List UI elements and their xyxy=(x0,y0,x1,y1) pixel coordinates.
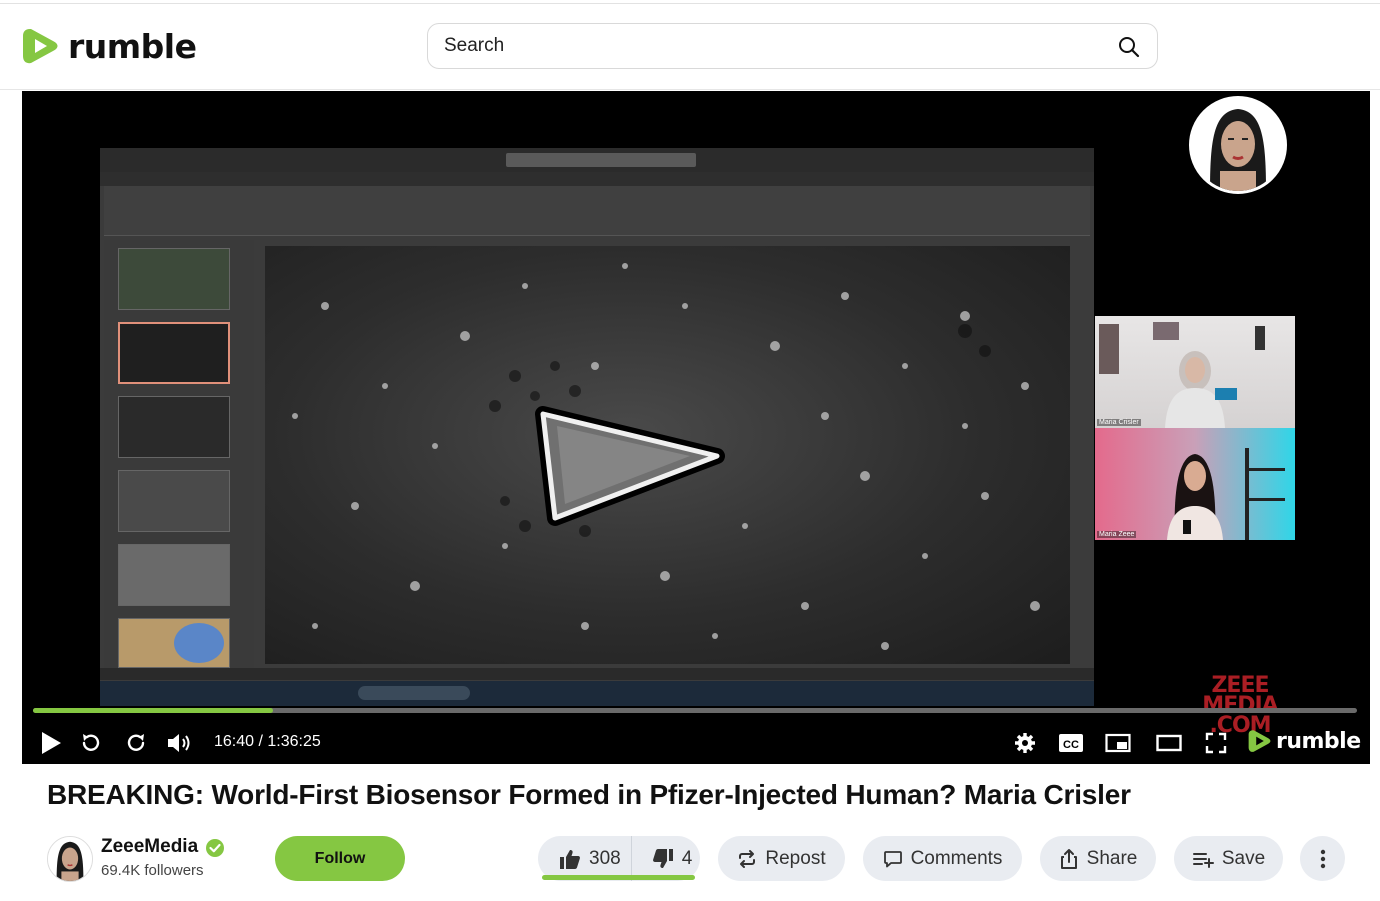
settings-button[interactable] xyxy=(1013,729,1037,757)
top-bar: rumble xyxy=(0,0,1380,90)
slide-thumb-selected xyxy=(118,322,230,384)
host-name-label: Maria Zeee xyxy=(1097,531,1137,538)
follower-count: 69.4K followers xyxy=(101,862,204,879)
video-player[interactable]: Maria Crisler Maria Zeee ZEEE MEDIA .COM… xyxy=(22,91,1370,764)
time-display: 16:40 / 1:36:25 xyxy=(214,733,321,750)
host-avatar xyxy=(1189,96,1287,194)
ppt-statusbar xyxy=(100,668,1094,680)
ppt-titlebar xyxy=(100,148,1094,172)
share-button[interactable]: Share xyxy=(1040,836,1156,881)
search-bar[interactable] xyxy=(427,23,1158,69)
forward-button[interactable] xyxy=(123,729,149,757)
microscope-image xyxy=(292,263,1040,650)
volume-button[interactable] xyxy=(165,729,195,757)
fullscreen-button[interactable] xyxy=(1204,729,1228,757)
comments-label: Comments xyxy=(910,847,1003,869)
progress-fill xyxy=(33,708,273,713)
ppt-tabs xyxy=(100,172,1094,186)
slide-thumb xyxy=(118,618,230,668)
ppt-search xyxy=(506,153,696,167)
like-count: 308 xyxy=(589,847,621,869)
rumble-play-icon xyxy=(1248,730,1271,752)
share-label: Share xyxy=(1086,847,1138,869)
video-title: BREAKING: World-First Biosensor Formed i… xyxy=(47,779,1131,810)
channel-name[interactable]: ZeeeMedia xyxy=(101,836,198,858)
thumbs-down-icon xyxy=(652,848,673,868)
taskbar-search xyxy=(358,686,470,700)
like-ratio-bar xyxy=(542,875,695,880)
fullscreen-icon xyxy=(1205,732,1227,754)
host-camera: Maria Zeee xyxy=(1095,428,1295,540)
rewind-button[interactable] xyxy=(78,729,104,757)
guest-figure xyxy=(1099,322,1265,428)
top-divider xyxy=(0,3,1380,4)
channel-avatar-icon xyxy=(48,837,92,881)
rumble-logo[interactable]: rumble xyxy=(22,26,197,66)
host-portrait-icon xyxy=(1192,99,1284,191)
rewind-icon xyxy=(82,734,100,751)
microscope-slide-image xyxy=(265,246,1070,664)
repost-icon xyxy=(739,849,756,868)
slide-thumb xyxy=(118,470,230,532)
follow-button[interactable]: Follow xyxy=(275,836,405,881)
dislike-count: 4 xyxy=(681,847,693,869)
play-icon xyxy=(42,732,61,754)
ppt-ribbon xyxy=(104,186,1090,236)
settings-icon xyxy=(1015,733,1035,753)
cc-icon: CC xyxy=(1059,734,1083,752)
rumble-play-icon xyxy=(23,29,58,64)
verified-icon xyxy=(206,839,224,857)
save-button[interactable]: Save xyxy=(1174,836,1283,881)
video-frame-screen-share xyxy=(100,148,1094,706)
player-rumble-logo[interactable]: rumble xyxy=(1248,727,1361,755)
pip-icon xyxy=(1105,733,1131,753)
progress-bar[interactable] xyxy=(33,708,1357,713)
more-options-button[interactable] xyxy=(1300,836,1345,881)
forward-icon xyxy=(127,734,145,751)
repost-button[interactable]: Repost xyxy=(718,836,845,881)
channel-avatar[interactable] xyxy=(47,836,93,882)
more-icon xyxy=(1320,849,1325,868)
host-figure xyxy=(1167,448,1285,540)
theater-icon xyxy=(1156,734,1182,752)
comments-button[interactable]: Comments xyxy=(863,836,1022,881)
slide-thumb xyxy=(118,544,230,606)
captions-button[interactable]: CC xyxy=(1057,729,1085,757)
search-input[interactable] xyxy=(444,24,1104,68)
share-icon xyxy=(1060,848,1077,869)
pip-button[interactable] xyxy=(1104,729,1132,757)
play-button[interactable] xyxy=(38,729,64,757)
player-logo-text: rumble xyxy=(1276,728,1361,754)
slide-thumb xyxy=(118,248,230,310)
ppt-slide-panel xyxy=(104,240,254,670)
svg-text:CC: CC xyxy=(1063,739,1079,751)
guest-camera: Maria Crisler xyxy=(1095,316,1295,428)
save-label: Save xyxy=(1221,847,1266,869)
volume-icon xyxy=(168,734,190,752)
windows-taskbar xyxy=(100,681,1094,706)
save-icon xyxy=(1192,852,1214,868)
theater-button[interactable] xyxy=(1155,729,1183,757)
comment-icon xyxy=(883,850,902,867)
slide-thumb xyxy=(118,396,230,458)
search-icon[interactable] xyxy=(1117,35,1141,59)
guest-name-label: Maria Crisler xyxy=(1097,419,1141,426)
logo-text: rumble xyxy=(68,26,197,66)
thumbs-up-icon xyxy=(560,849,580,869)
repost-label: Repost xyxy=(765,847,826,869)
